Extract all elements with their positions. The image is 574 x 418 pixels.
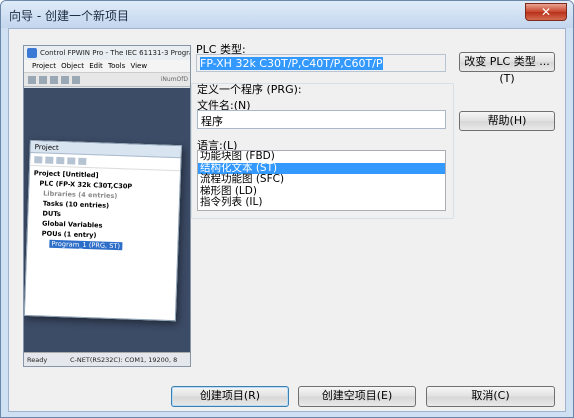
language-option-il[interactable]: 指令列表 (IL): [198, 197, 445, 209]
tool-icon: [67, 157, 76, 165]
app-logo-icon: [27, 48, 37, 58]
title-bar: 向导 - 创建一个新项目 ✕: [1, 1, 573, 28]
filename-input[interactable]: 程序: [197, 110, 446, 129]
preview-app-title: Control FPWIN Pro - The IEC 61131-3 Prog…: [40, 49, 190, 57]
preview-status-right: C-NET(RS232C): COM1, 19200, 8: [70, 356, 178, 364]
preview-status-left: Ready: [27, 356, 48, 364]
cancel-button[interactable]: 取消(C): [426, 386, 555, 407]
toolbar-icon: [28, 76, 36, 84]
tool-icon: [34, 156, 43, 164]
preview-toolbar: iNumOfD: [24, 73, 190, 87]
preview-menubar: Project Object Edit Tools View: [24, 60, 190, 73]
toolbar-icon: [61, 76, 69, 84]
preview-toolbar-text: iNumOfD: [160, 76, 188, 83]
window-title: 向导 - 创建一个新项目: [9, 9, 129, 23]
language-option-fbd[interactable]: 功能块图 (FBD): [198, 151, 445, 163]
change-plc-type-button[interactable]: 改变 PLC 类型 ...(T): [459, 52, 555, 85]
plc-type-value: FP-XH 32k C30T/P,C40T/P,C60T/P: [200, 57, 383, 70]
toolbar-icon: [39, 76, 47, 84]
wizard-dialog: 向导 - 创建一个新项目 ✕ Control FPWIN Pro - The I…: [0, 0, 574, 418]
preview-app-titlebar: Control FPWIN Pro - The IEC 61131-3 Prog…: [24, 46, 190, 60]
toolbar-icon: [50, 76, 58, 84]
tool-icon: [78, 157, 87, 165]
plc-type-field: FP-XH 32k C30T/P,C40T/P,C60T/P: [196, 54, 446, 72]
program-group-label: 定义一个程序 (PRG):: [197, 83, 302, 96]
language-listbox[interactable]: 功能块图 (FBD) 结构化文本 (ST) 流程功能图 (SFC) 梯形图 (L…: [197, 150, 446, 211]
toolbar-icon: [72, 76, 80, 84]
preview-statusbar: Ready C-NET(RS232C): COM1, 19200, 8: [24, 352, 190, 366]
preview-project-tree: Project [Untitled] PLC (FP-X 32k C30T,C3…: [27, 166, 180, 253]
help-button[interactable]: 帮助(H): [459, 111, 555, 131]
create-empty-project-button[interactable]: 创建空项目(E): [298, 386, 416, 407]
tree-item-selected-label: Program_1 (PRG, ST): [49, 239, 123, 251]
tool-icon: [45, 156, 54, 164]
preview-image: Control FPWIN Pro - The IEC 61131-3 Prog…: [23, 45, 191, 367]
preview-project-panel: Project Project [Untitled] PLC (FP-X 32k…: [24, 140, 182, 322]
close-button[interactable]: ✕: [525, 3, 567, 21]
dialog-client: Control FPWIN Pro - The IEC 61131-3 Prog…: [8, 28, 566, 412]
tool-icon: [56, 156, 65, 165]
create-project-button[interactable]: 创建项目(R): [171, 386, 289, 407]
